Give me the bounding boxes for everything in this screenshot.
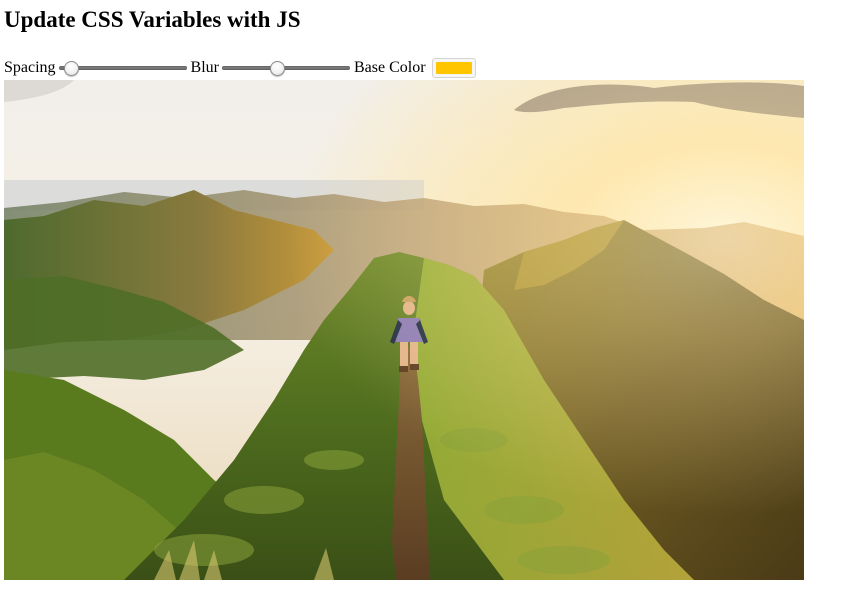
- spacing-label: Spacing: [4, 59, 56, 76]
- page-title: Update CSS Variables with JS: [4, 7, 301, 32]
- spacing-slider-thumb[interactable]: [64, 61, 80, 76]
- blur-slider-track[interactable]: [222, 66, 350, 70]
- base-color-picker[interactable]: [431, 58, 476, 78]
- base-color-swatch: [435, 62, 472, 74]
- mountain-photo-illustration: [4, 80, 804, 580]
- spacing-slider[interactable]: [58, 58, 187, 78]
- controls-bar: Spacing Blur Base Color: [4, 58, 476, 78]
- base-color-label: Base Color: [354, 59, 426, 76]
- blur-slider-thumb[interactable]: [269, 61, 285, 76]
- hero-image: [4, 80, 804, 580]
- blur-label: Blur: [190, 59, 219, 76]
- blur-slider[interactable]: [222, 58, 350, 78]
